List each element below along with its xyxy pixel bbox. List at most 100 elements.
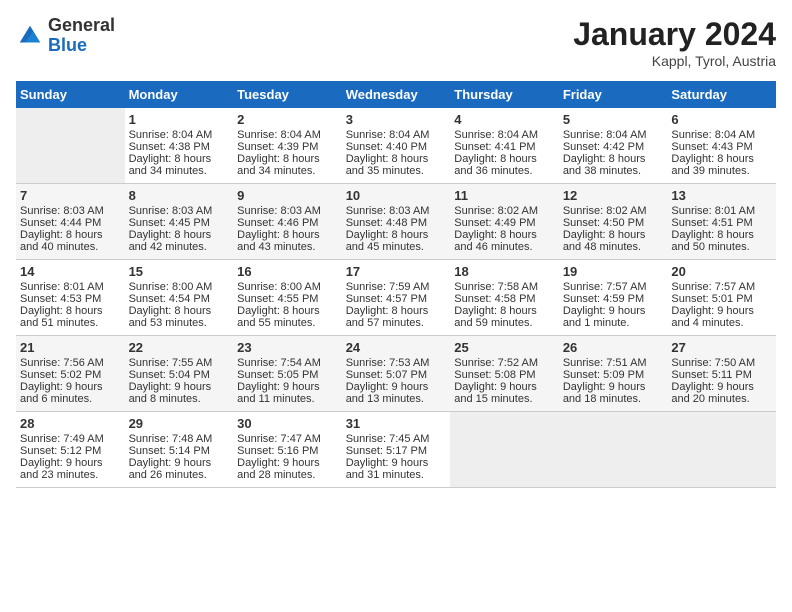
day-info-line: and 34 minutes.	[129, 165, 230, 177]
day-info-line: Sunset: 5:05 PM	[237, 369, 338, 381]
day-info-line: Daylight: 9 hours	[563, 381, 664, 393]
day-number: 6	[671, 112, 772, 127]
day-info-line: Daylight: 8 hours	[563, 229, 664, 241]
day-info-line: and 59 minutes.	[454, 317, 555, 329]
day-info-line: Sunset: 5:12 PM	[20, 445, 121, 457]
day-number: 27	[671, 340, 772, 355]
day-info-line: Sunrise: 7:51 AM	[563, 357, 664, 369]
day-info-line: Sunrise: 8:03 AM	[237, 205, 338, 217]
empty-cell	[450, 412, 559, 488]
week-row-2: 7Sunrise: 8:03 AMSunset: 4:44 PMDaylight…	[16, 184, 776, 260]
week-row-4: 21Sunrise: 7:56 AMSunset: 5:02 PMDayligh…	[16, 336, 776, 412]
day-info-line: Sunset: 4:42 PM	[563, 141, 664, 153]
day-number: 22	[129, 340, 230, 355]
day-info-line: Sunset: 4:53 PM	[20, 293, 121, 305]
day-info-line: Daylight: 9 hours	[563, 305, 664, 317]
day-header-sunday: Sunday	[16, 81, 125, 108]
day-info-line: Sunset: 5:09 PM	[563, 369, 664, 381]
day-info-line: and 20 minutes.	[671, 393, 772, 405]
day-cell-20: 20Sunrise: 7:57 AMSunset: 5:01 PMDayligh…	[667, 260, 776, 336]
day-info-line: and 28 minutes.	[237, 469, 338, 481]
day-info-line: and 46 minutes.	[454, 241, 555, 253]
day-cell-28: 28Sunrise: 7:49 AMSunset: 5:12 PMDayligh…	[16, 412, 125, 488]
day-info-line: Sunrise: 7:53 AM	[346, 357, 447, 369]
day-number: 14	[20, 264, 121, 279]
day-cell-7: 7Sunrise: 8:03 AMSunset: 4:44 PMDaylight…	[16, 184, 125, 260]
logo: General Blue	[16, 16, 115, 56]
day-header-wednesday: Wednesday	[342, 81, 451, 108]
day-number: 7	[20, 188, 121, 203]
day-info-line: Daylight: 8 hours	[346, 305, 447, 317]
day-info-line: and 48 minutes.	[563, 241, 664, 253]
day-info-line: and 51 minutes.	[20, 317, 121, 329]
day-number: 17	[346, 264, 447, 279]
day-cell-6: 6Sunrise: 8:04 AMSunset: 4:43 PMDaylight…	[667, 108, 776, 184]
day-info-line: Daylight: 8 hours	[454, 153, 555, 165]
day-cell-2: 2Sunrise: 8:04 AMSunset: 4:39 PMDaylight…	[233, 108, 342, 184]
logo-blue-text: Blue	[48, 35, 87, 55]
day-info-line: Sunrise: 8:00 AM	[129, 281, 230, 293]
day-number: 20	[671, 264, 772, 279]
day-cell-15: 15Sunrise: 8:00 AMSunset: 4:54 PMDayligh…	[125, 260, 234, 336]
day-info-line: Sunrise: 8:00 AM	[237, 281, 338, 293]
day-info-line: Sunrise: 8:04 AM	[346, 129, 447, 141]
day-info-line: Daylight: 8 hours	[20, 305, 121, 317]
day-info-line: Daylight: 9 hours	[20, 381, 121, 393]
day-info-line: and 23 minutes.	[20, 469, 121, 481]
day-info-line: Sunset: 5:14 PM	[129, 445, 230, 457]
day-info-line: Daylight: 9 hours	[237, 381, 338, 393]
day-info-line: and 13 minutes.	[346, 393, 447, 405]
day-info-line: Sunset: 5:17 PM	[346, 445, 447, 457]
day-header-thursday: Thursday	[450, 81, 559, 108]
logo-general-text: General	[48, 15, 115, 35]
day-info-line: Daylight: 8 hours	[129, 305, 230, 317]
day-number: 15	[129, 264, 230, 279]
day-info-line: Daylight: 8 hours	[454, 305, 555, 317]
day-header-tuesday: Tuesday	[233, 81, 342, 108]
day-cell-5: 5Sunrise: 8:04 AMSunset: 4:42 PMDaylight…	[559, 108, 668, 184]
day-number: 10	[346, 188, 447, 203]
day-cell-29: 29Sunrise: 7:48 AMSunset: 5:14 PMDayligh…	[125, 412, 234, 488]
day-number: 8	[129, 188, 230, 203]
day-cell-25: 25Sunrise: 7:52 AMSunset: 5:08 PMDayligh…	[450, 336, 559, 412]
day-cell-8: 8Sunrise: 8:03 AMSunset: 4:45 PMDaylight…	[125, 184, 234, 260]
day-info-line: Daylight: 9 hours	[129, 381, 230, 393]
day-info-line: and 36 minutes.	[454, 165, 555, 177]
day-info-line: and 4 minutes.	[671, 317, 772, 329]
day-info-line: Daylight: 8 hours	[237, 153, 338, 165]
day-info-line: Sunrise: 7:57 AM	[671, 281, 772, 293]
day-info-line: Daylight: 9 hours	[129, 457, 230, 469]
day-info-line: Daylight: 8 hours	[237, 229, 338, 241]
day-cell-10: 10Sunrise: 8:03 AMSunset: 4:48 PMDayligh…	[342, 184, 451, 260]
day-info-line: and 15 minutes.	[454, 393, 555, 405]
day-info-line: and 26 minutes.	[129, 469, 230, 481]
day-info-line: Sunset: 5:16 PM	[237, 445, 338, 457]
day-info-line: Daylight: 8 hours	[129, 229, 230, 241]
day-info-line: Sunset: 4:58 PM	[454, 293, 555, 305]
location: Kappl, Tyrol, Austria	[573, 53, 776, 69]
month-title: January 2024	[573, 16, 776, 53]
calendar-table: SundayMondayTuesdayWednesdayThursdayFrid…	[16, 81, 776, 488]
day-info-line: Sunset: 5:02 PM	[20, 369, 121, 381]
day-number: 19	[563, 264, 664, 279]
day-info-line: Daylight: 8 hours	[346, 153, 447, 165]
day-info-line: Daylight: 8 hours	[20, 229, 121, 241]
day-info-line: Sunrise: 8:04 AM	[563, 129, 664, 141]
day-info-line: and 35 minutes.	[346, 165, 447, 177]
day-info-line: Sunset: 4:49 PM	[454, 217, 555, 229]
header-row: SundayMondayTuesdayWednesdayThursdayFrid…	[16, 81, 776, 108]
day-info-line: Sunset: 4:41 PM	[454, 141, 555, 153]
day-cell-14: 14Sunrise: 8:01 AMSunset: 4:53 PMDayligh…	[16, 260, 125, 336]
day-info-line: Sunrise: 8:04 AM	[129, 129, 230, 141]
day-info-line: Daylight: 8 hours	[346, 229, 447, 241]
empty-cell	[667, 412, 776, 488]
day-info-line: Sunset: 4:57 PM	[346, 293, 447, 305]
day-info-line: and 39 minutes.	[671, 165, 772, 177]
day-info-line: and 57 minutes.	[346, 317, 447, 329]
day-info-line: Sunset: 4:44 PM	[20, 217, 121, 229]
day-info-line: Sunrise: 8:03 AM	[129, 205, 230, 217]
day-info-line: Sunrise: 7:50 AM	[671, 357, 772, 369]
day-info-line: Daylight: 9 hours	[346, 381, 447, 393]
day-number: 13	[671, 188, 772, 203]
empty-cell	[559, 412, 668, 488]
